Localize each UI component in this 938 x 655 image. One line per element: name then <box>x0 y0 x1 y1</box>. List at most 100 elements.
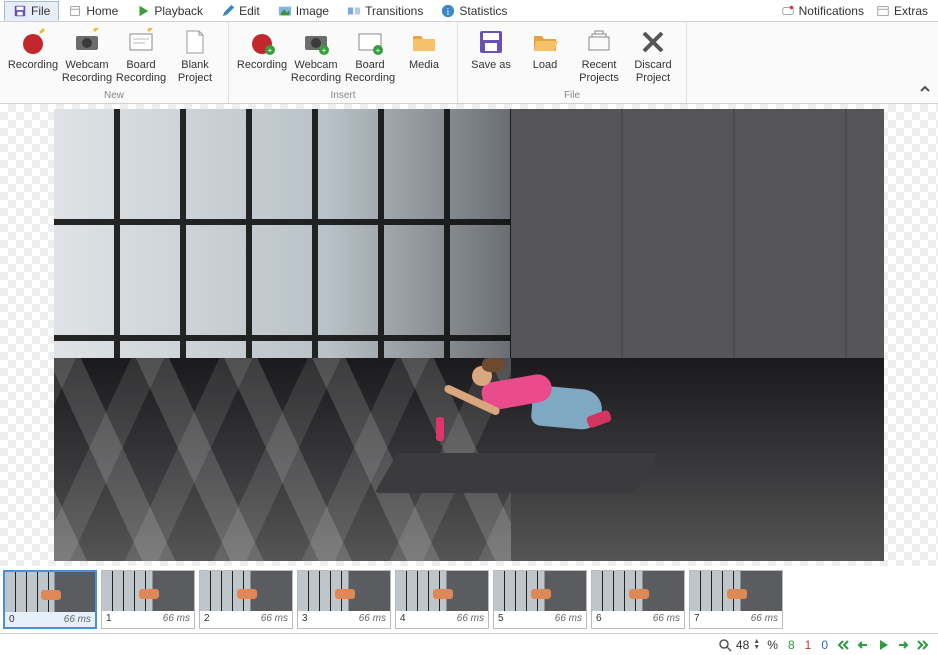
frame-thumbnail[interactable]: 2 66 ms <box>199 570 293 629</box>
extras-label: Extras <box>894 4 928 18</box>
insert-webcam-button[interactable]: + Webcam Recording <box>289 26 343 87</box>
insert-board-button[interactable]: + Board Recording <box>343 26 397 87</box>
go-prev-icon[interactable] <box>856 638 870 652</box>
tab-image[interactable]: Image <box>269 1 338 21</box>
frame-duration: 66 ms <box>359 613 386 624</box>
tab-home[interactable]: Home <box>59 1 127 21</box>
extras-button[interactable]: Extras <box>870 2 934 20</box>
svg-text:+: + <box>376 46 381 55</box>
ribbon-collapse-button[interactable] <box>918 82 932 99</box>
go-last-icon[interactable] <box>916 638 930 652</box>
frame-index: 6 <box>596 613 602 624</box>
play-icon[interactable] <box>876 638 890 652</box>
status-count-a: 8 <box>786 638 797 652</box>
tab-transitions[interactable]: Transitions <box>338 1 432 21</box>
record-icon <box>19 28 47 56</box>
frame-meta: 366 ms <box>298 611 390 626</box>
recent-projects-button[interactable]: Recent Projects <box>572 26 626 87</box>
frame-index: 0 <box>9 614 15 625</box>
svg-text:+: + <box>322 46 327 55</box>
group-label: Insert <box>330 90 355 101</box>
save-icon <box>477 28 505 56</box>
frame-thumbnail[interactable]: 5 66 ms <box>493 570 587 629</box>
frame-duration: 66 ms <box>163 613 190 624</box>
btn-label: Recording <box>8 59 58 72</box>
frame-image <box>592 571 684 611</box>
status-bar: 48 ▲▼ % 8 1 0 <box>0 633 938 655</box>
frame-duration: 66 ms <box>261 613 288 624</box>
tab-edit[interactable]: Edit <box>212 1 269 21</box>
ribbon-group-insert: + Recording + Webcam Recording + Board R… <box>229 22 458 103</box>
webcam-icon: + <box>302 28 330 56</box>
frame-thumbnail[interactable]: 666 ms <box>591 570 685 629</box>
btn-label: Board Recording <box>343 59 397 85</box>
new-recording-button[interactable]: Recording <box>6 26 60 87</box>
frame-index: 5 <box>498 613 504 624</box>
frame-image <box>200 571 292 611</box>
tab-statistics[interactable]: i Statistics <box>432 1 516 21</box>
status-count-b: 1 <box>803 638 814 652</box>
notifications-button[interactable]: Notifications <box>775 2 870 20</box>
frame-thumbnail[interactable]: 7 66 ms <box>689 570 783 629</box>
bell-icon <box>781 4 795 18</box>
frame-thumbnail[interactable]: 366 ms <box>297 570 391 629</box>
btn-label: Webcam Recording <box>60 59 114 85</box>
blank-icon <box>181 28 209 56</box>
picture-icon <box>278 4 292 18</box>
frame-duration: 66 ms <box>751 613 778 624</box>
tab-label: Edit <box>239 4 260 18</box>
go-next-icon[interactable] <box>896 638 910 652</box>
new-blank-button[interactable]: Blank Project <box>168 26 222 87</box>
frame-image <box>494 571 586 611</box>
zoom-value: 48 <box>734 638 751 652</box>
frame-thumbnail[interactable]: 0 66 ms <box>3 570 97 629</box>
frame-meta: 1 66 ms <box>102 611 194 626</box>
magnifier-icon[interactable] <box>718 638 732 652</box>
frame-meta: 5 66 ms <box>494 611 586 626</box>
home-icon <box>68 4 82 18</box>
insert-recording-button[interactable]: + Recording <box>235 26 289 87</box>
discard-project-button[interactable]: Discard Project <box>626 26 680 87</box>
new-webcam-button[interactable]: Webcam Recording <box>60 26 114 87</box>
ribbon: Recording Webcam Recording Board Recordi… <box>0 22 938 104</box>
go-first-icon[interactable] <box>836 638 850 652</box>
frame-index: 1 <box>106 613 112 624</box>
info-icon: i <box>441 4 455 18</box>
btn-label: Save as <box>471 59 511 72</box>
play-icon <box>136 4 150 18</box>
svg-text:i: i <box>447 6 450 17</box>
btn-label: Board Recording <box>114 59 168 85</box>
extras-icon <box>876 4 890 18</box>
board-icon <box>127 28 155 56</box>
zoom-stepper[interactable]: ▲▼ <box>753 639 763 651</box>
frame-index: 4 <box>400 613 406 624</box>
group-label: File <box>564 90 580 101</box>
board-icon: + <box>356 28 384 56</box>
recent-icon <box>585 28 613 56</box>
record-icon: + <box>248 28 276 56</box>
tab-file[interactable]: File <box>4 1 59 21</box>
folder-icon <box>410 28 438 56</box>
frame-index: 2 <box>204 613 210 624</box>
insert-media-button[interactable]: Media <box>397 26 451 87</box>
frame-thumbnail[interactable]: 466 ms <box>395 570 489 629</box>
transition-icon <box>347 4 361 18</box>
btn-label: Webcam Recording <box>289 59 343 85</box>
load-button[interactable]: Load <box>518 26 572 87</box>
frame-image <box>5 572 95 612</box>
frame-image <box>102 571 194 611</box>
new-board-button[interactable]: Board Recording <box>114 26 168 87</box>
notifications-label: Notifications <box>799 4 864 18</box>
frame-image <box>396 571 488 611</box>
preview-canvas[interactable] <box>0 104 938 566</box>
save-as-button[interactable]: Save as <box>464 26 518 87</box>
frame-thumbnail[interactable]: 1 66 ms <box>101 570 195 629</box>
folder-open-icon <box>531 28 559 56</box>
frame-index: 7 <box>694 613 700 624</box>
frame-duration: 66 ms <box>64 614 91 625</box>
tab-label: Image <box>296 4 329 18</box>
tab-playback[interactable]: Playback <box>127 1 212 21</box>
frame-duration: 66 ms <box>555 613 582 624</box>
preview-frame-image <box>54 109 884 561</box>
zoom-control: 48 ▲▼ % <box>718 638 780 652</box>
